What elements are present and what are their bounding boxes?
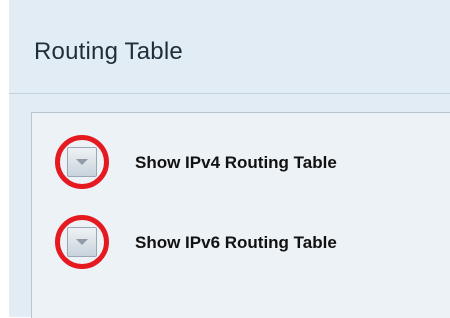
show-ipv6-routing-table-label[interactable]: Show IPv6 Routing Table xyxy=(135,233,337,253)
title-divider xyxy=(9,93,450,94)
show-ipv4-routing-table-label[interactable]: Show IPv4 Routing Table xyxy=(135,153,337,173)
show-ipv4-routing-table-toggle[interactable] xyxy=(67,147,97,177)
chevron-down-icon xyxy=(76,159,88,165)
routing-table-panel xyxy=(31,112,450,318)
show-ipv6-routing-table-toggle[interactable] xyxy=(67,227,97,257)
chevron-down-icon xyxy=(76,239,88,245)
page-title: Routing Table xyxy=(34,38,183,65)
